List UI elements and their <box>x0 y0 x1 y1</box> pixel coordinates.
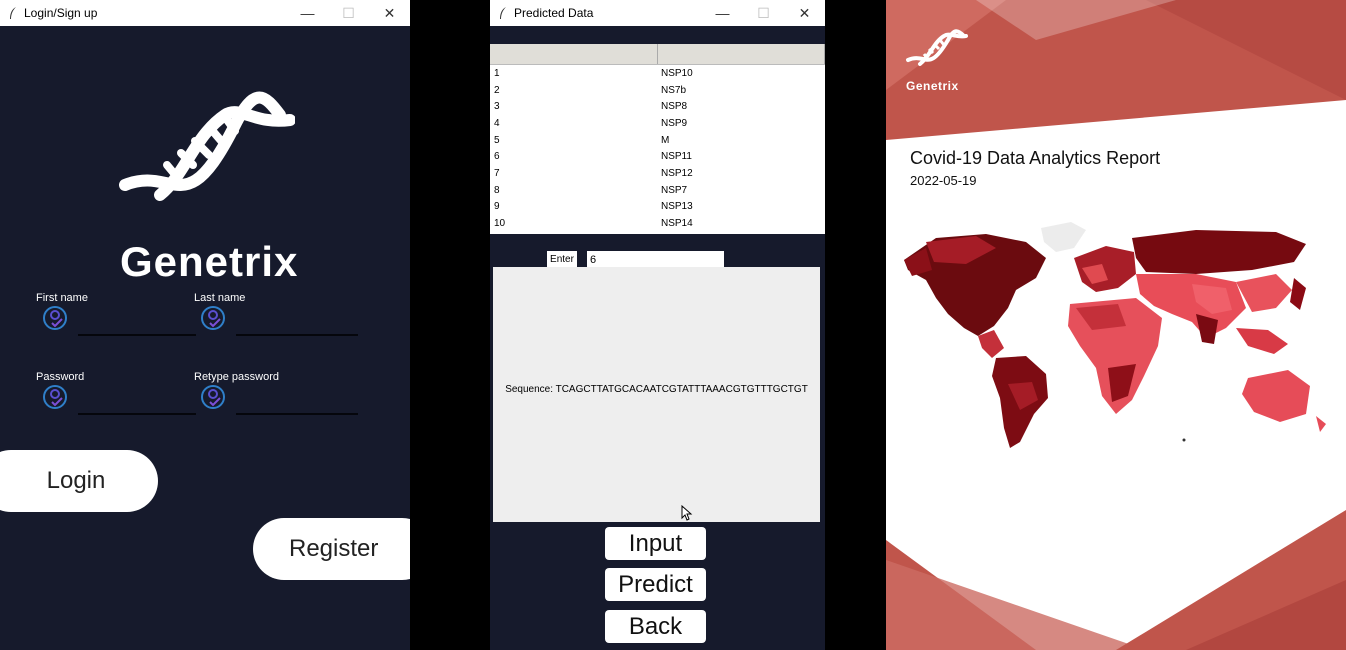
report-date: 2022-05-19 <box>910 173 977 188</box>
table-row[interactable]: 2 NS7b <box>490 82 825 99</box>
back-button[interactable]: Back <box>605 610 706 643</box>
column-header[interactable] <box>658 44 825 64</box>
row-value: NSP12 <box>661 167 693 179</box>
minimize-icon[interactable]: — <box>287 0 328 26</box>
world-map <box>904 222 1326 448</box>
row-index: 2 <box>494 84 500 96</box>
login-button[interactable]: Login <box>0 450 158 512</box>
dna-logo-icon <box>906 29 968 66</box>
report-brand: Genetrix <box>906 79 959 93</box>
row-value: NSP8 <box>661 101 688 113</box>
title-bar: Login/Sign up — ☐ ✕ <box>0 0 410 26</box>
login-window: Login/Sign up — ☐ ✕ Genetrix First name … <box>0 0 410 650</box>
report-document: Genetrix Covid-19 Data Analytics Report … <box>886 0 1346 650</box>
column-header[interactable] <box>490 44 658 64</box>
window-title: Predicted Data <box>514 6 594 20</box>
user-check-icon <box>43 306 67 330</box>
maximize-icon[interactable]: ☐ <box>328 0 369 26</box>
table-row[interactable]: 9 NSP13 <box>490 199 825 216</box>
table-row[interactable]: 4 NSP9 <box>490 115 825 132</box>
retype-password-label: Retype password <box>194 371 279 383</box>
row-index: 6 <box>494 151 500 163</box>
row-value: NSP14 <box>661 218 693 230</box>
user-check-icon <box>201 385 225 409</box>
table-row[interactable]: 3 NSP8 <box>490 98 825 115</box>
table-row[interactable]: 6 NSP11 <box>490 148 825 165</box>
window-title: Login/Sign up <box>24 6 98 20</box>
row-value: M <box>661 134 670 146</box>
last-name-label: Last name <box>194 292 246 304</box>
row-value: NSP7 <box>661 184 688 196</box>
user-check-icon <box>201 306 225 330</box>
maximize-icon[interactable]: ☐ <box>743 0 784 26</box>
row-value: NSP13 <box>661 201 693 213</box>
last-name-field[interactable] <box>236 316 358 336</box>
feather-icon <box>10 7 16 19</box>
feather-icon <box>500 7 506 19</box>
enter-input[interactable] <box>587 251 724 268</box>
report-title: Covid-19 Data Analytics Report <box>910 148 1161 168</box>
register-button[interactable]: Register <box>253 518 410 580</box>
predicted-data-window: Predicted Data — ☐ ✕ 1 NSP10 2 NS7b 3 NSP8 4 NS… <box>490 0 825 650</box>
password-label: Password <box>36 371 85 383</box>
close-icon[interactable]: ✕ <box>369 0 410 26</box>
user-check-icon <box>43 385 67 409</box>
table-header[interactable] <box>490 44 825 65</box>
table-row[interactable]: 8 NSP7 <box>490 182 825 199</box>
minimize-icon[interactable]: — <box>702 0 743 26</box>
brand-name: Genetrix <box>120 238 299 285</box>
output-panel: Sequence: TCAGCTTATGCACAATCGTATTTAAACGTG… <box>493 267 820 522</box>
table-row[interactable]: 1 NSP10 <box>490 65 825 82</box>
row-value: NSP10 <box>661 67 693 79</box>
table-body: 1 NSP10 2 NS7b 3 NSP8 4 NSP9 5 M 6 NSP11 7 NSP12 8 NSP7… <box>490 65 825 232</box>
sequence-output: Sequence: TCAGCTTATGCACAATCGTATTTAAACGTG… <box>505 384 808 395</box>
close-icon[interactable]: ✕ <box>784 0 825 26</box>
row-index: 3 <box>494 101 500 113</box>
row-index: 9 <box>494 201 500 213</box>
row-index: 7 <box>494 167 500 179</box>
row-value: NSP9 <box>661 117 688 129</box>
row-index: 8 <box>494 184 500 196</box>
mouse-cursor-icon <box>681 505 693 521</box>
row-value: NSP11 <box>661 151 692 163</box>
table-row[interactable]: 7 NSP12 <box>490 165 825 182</box>
row-index: 4 <box>494 117 500 129</box>
row-value: NS7b <box>661 84 687 96</box>
retype-password-field[interactable] <box>236 395 358 415</box>
table-row[interactable]: 10 NSP14 <box>490 215 825 232</box>
dna-logo-icon <box>119 91 295 201</box>
row-index: 1 <box>494 67 500 79</box>
title-bar: Predicted Data — ☐ ✕ <box>490 0 825 26</box>
predict-button[interactable]: Predict <box>605 568 706 601</box>
enter-label: Enter <box>547 251 577 268</box>
row-index: 5 <box>494 134 500 146</box>
first-name-label: First name <box>36 292 88 304</box>
password-field[interactable] <box>78 395 196 415</box>
first-name-field[interactable] <box>78 316 196 336</box>
row-index: 10 <box>494 218 506 230</box>
table-row[interactable]: 5M <box>490 132 825 149</box>
input-button[interactable]: Input <box>605 527 706 560</box>
prediction-table[interactable]: 1 NSP10 2 NS7b 3 NSP8 4 NSP9 5 M 6 NSP11 7 NSP12 8 NSP7… <box>490 44 825 234</box>
